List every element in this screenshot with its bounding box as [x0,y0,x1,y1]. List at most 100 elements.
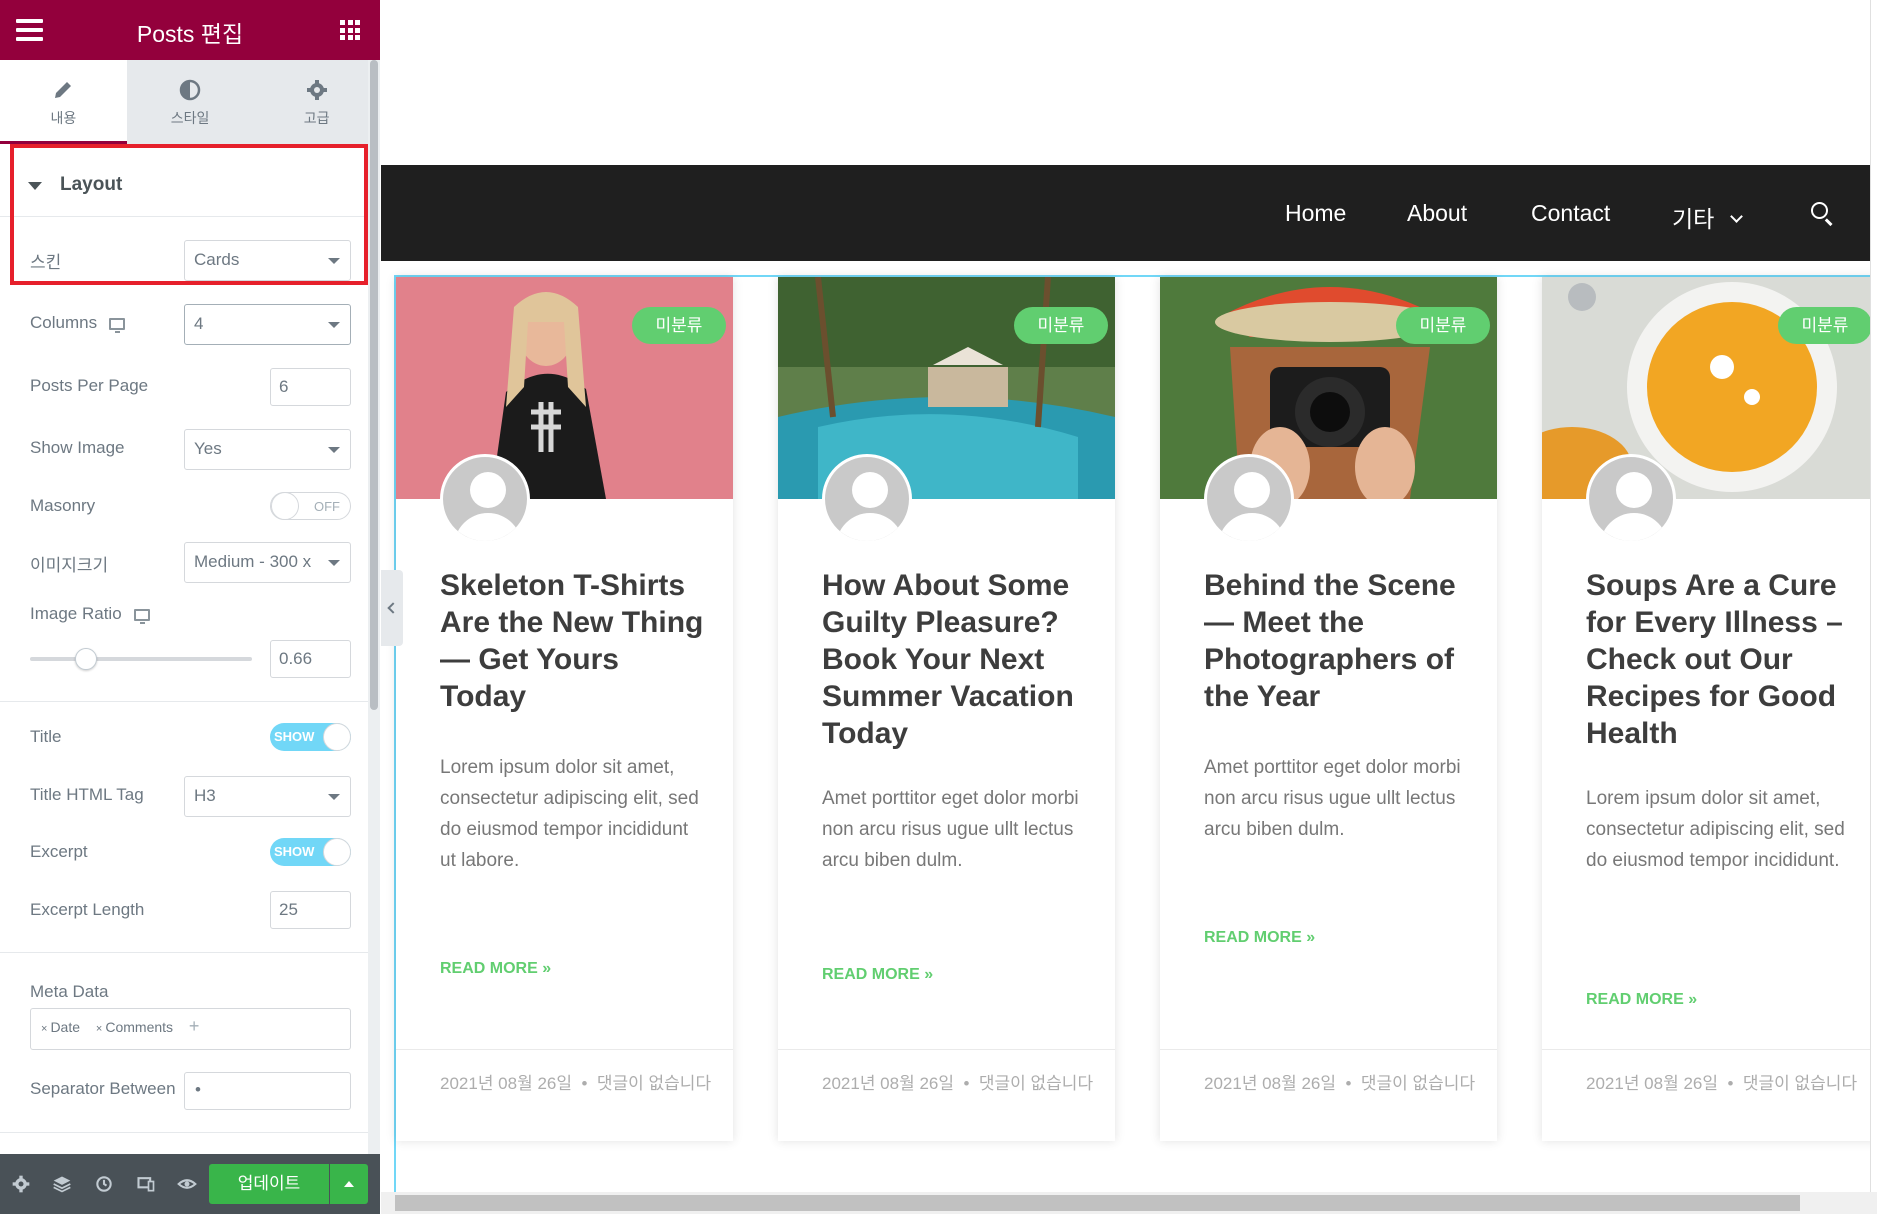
columns-value: 4 [194,314,204,333]
meta-separator: • [1727,1074,1734,1093]
post-title[interactable]: Skeleton T-Shirts Are the New Thing — Ge… [440,567,710,715]
post-title[interactable]: Behind the Scene — Meet the Photographer… [1204,567,1474,715]
dropdown-arrow-icon [328,322,340,328]
excerpt-length-input[interactable]: 25 [270,891,351,929]
post-excerpt: Lorem ipsum dolor sit amet, consectetur … [1586,788,1845,871]
nav-more-label: 기타 [1672,206,1715,232]
title-html-tag-select[interactable]: H3 [184,776,351,817]
post-date: 2021년 08월 26일 [1204,1074,1337,1093]
post-card: 미분류 Soups Are a Cure for Every Illness –… [1542,277,1877,1141]
title-html-tag-value: H3 [194,786,216,805]
post-image[interactable]: 미분류 [396,277,733,499]
pencil-icon [55,82,72,98]
nav-about[interactable]: About [1407,200,1467,227]
posts-per-page-input[interactable]: 6 [270,368,351,406]
nav-contact[interactable]: Contact [1531,200,1610,227]
read-more-link[interactable]: READ MORE » [822,966,933,984]
divider [0,1132,368,1133]
columns-label: Columns [30,313,126,333]
panel-title: Posts 편집 [136,21,244,47]
site-navbar: Home About Contact 기타 [381,165,1877,261]
remove-icon[interactable]: × [96,1023,102,1035]
dropdown-arrow-icon [328,794,340,800]
post-image[interactable]: 미분류 [778,277,1115,499]
collapse-panel-button[interactable] [381,570,403,646]
panel-controls: Layout 스킨 Cards Columns 4 Posts Per Page… [0,144,368,1154]
slider-handle[interactable] [74,648,97,670]
posts-per-page-label: Posts Per Page [30,376,149,395]
image-size-select[interactable]: Medium - 300 x [184,542,351,583]
eye-icon[interactable] [177,1174,197,1194]
excerpt-label: Excerpt [30,842,88,861]
highlight-box [10,144,368,285]
contrast-icon [179,79,201,101]
post-title[interactable]: Soups Are a Cure for Every Illness – Che… [1586,567,1856,752]
tab-label: 내용 [50,110,77,126]
layers-icon[interactable] [52,1174,72,1194]
remove-icon[interactable]: × [41,1023,47,1035]
post-comments[interactable]: 댓글이 없습니다 [1361,1074,1475,1093]
toggle-state: OFF [314,499,340,514]
masonry-label: Masonry [30,496,96,515]
meta-separator: • [1345,1074,1352,1093]
meta-chip-comments[interactable]: × Comments [96,1019,173,1035]
tab-style[interactable]: 스타일 [127,60,254,144]
apps-grid-icon[interactable] [340,20,360,40]
post-comments[interactable]: 댓글이 없습니다 [979,1074,1093,1093]
tab-advanced[interactable]: 고급 [253,60,380,144]
meta-separator: • [581,1074,588,1093]
settings-icon[interactable] [11,1174,31,1194]
divider [0,701,368,702]
tab-content[interactable]: 내용 [0,60,127,144]
desktop-icon[interactable] [109,317,126,333]
image-ratio-label: Image Ratio [30,604,150,624]
update-options-button[interactable] [330,1164,368,1204]
title-html-tag-label: Title HTML Tag [30,785,144,804]
panel-scrollbar-thumb[interactable] [370,60,378,710]
masonry-toggle[interactable]: OFF [270,492,351,520]
read-more-link[interactable]: READ MORE » [440,960,551,978]
desktop-icon[interactable] [133,608,150,624]
meta-chip-date[interactable]: × Date [41,1019,80,1035]
meta-data-select[interactable]: × Date × Comments + [30,1008,351,1050]
post-image[interactable]: 미분류 [1542,277,1877,499]
tab-label: 스타일 [170,110,210,126]
responsive-icon[interactable] [136,1174,156,1194]
read-more-link[interactable]: READ MORE » [1204,929,1315,947]
preview-vertical-scrollbar[interactable] [1870,0,1877,1192]
author-avatar [1586,454,1676,544]
scrollbar-thumb[interactable] [395,1195,1800,1211]
read-more-link[interactable]: READ MORE » [1586,991,1697,1009]
category-badge[interactable]: 미분류 [632,307,726,344]
title-toggle[interactable]: SHOW [270,723,351,751]
post-title[interactable]: How About Some Guilty Pleasure? Book You… [822,567,1092,752]
post-card: 미분류 Behind the Scene — Meet the Photogra… [1160,277,1497,1141]
columns-select[interactable]: 4 [184,304,351,345]
chip-label: Date [50,1019,81,1035]
history-icon[interactable] [94,1174,114,1194]
post-comments[interactable]: 댓글이 없습니다 [597,1074,711,1093]
search-icon[interactable] [1811,202,1833,226]
panel-footer: 업데이트 [0,1154,380,1214]
separator-input[interactable]: • [184,1072,351,1110]
excerpt-length-label: Excerpt Length [30,900,145,919]
nav-more[interactable]: 기타 [1672,200,1744,234]
category-badge[interactable]: 미분류 [1396,307,1490,344]
post-meta: 2021년 08월 26일 • 댓글이 없습니다 [778,1049,1115,1141]
post-comments[interactable]: 댓글이 없습니다 [1743,1074,1857,1093]
post-excerpt: Lorem ipsum dolor sit amet, consectetur … [440,757,699,871]
update-button[interactable]: 업데이트 [209,1164,329,1204]
image-ratio-input[interactable]: 0.66 [270,640,351,678]
post-date: 2021년 08월 26일 [822,1074,955,1093]
panel-header: Posts 편집 [0,0,380,60]
excerpt-toggle[interactable]: SHOW [270,838,351,866]
show-image-select[interactable]: Yes [184,429,351,470]
add-icon[interactable]: + [189,1017,200,1035]
image-ratio-slider[interactable] [30,657,252,661]
author-avatar [440,454,530,544]
category-badge[interactable]: 미분류 [1014,307,1108,344]
nav-home[interactable]: Home [1285,200,1346,227]
preview-horizontal-scrollbar[interactable] [381,1192,1877,1214]
category-badge[interactable]: 미분류 [1778,307,1872,344]
post-image[interactable]: 미분류 [1160,277,1497,499]
